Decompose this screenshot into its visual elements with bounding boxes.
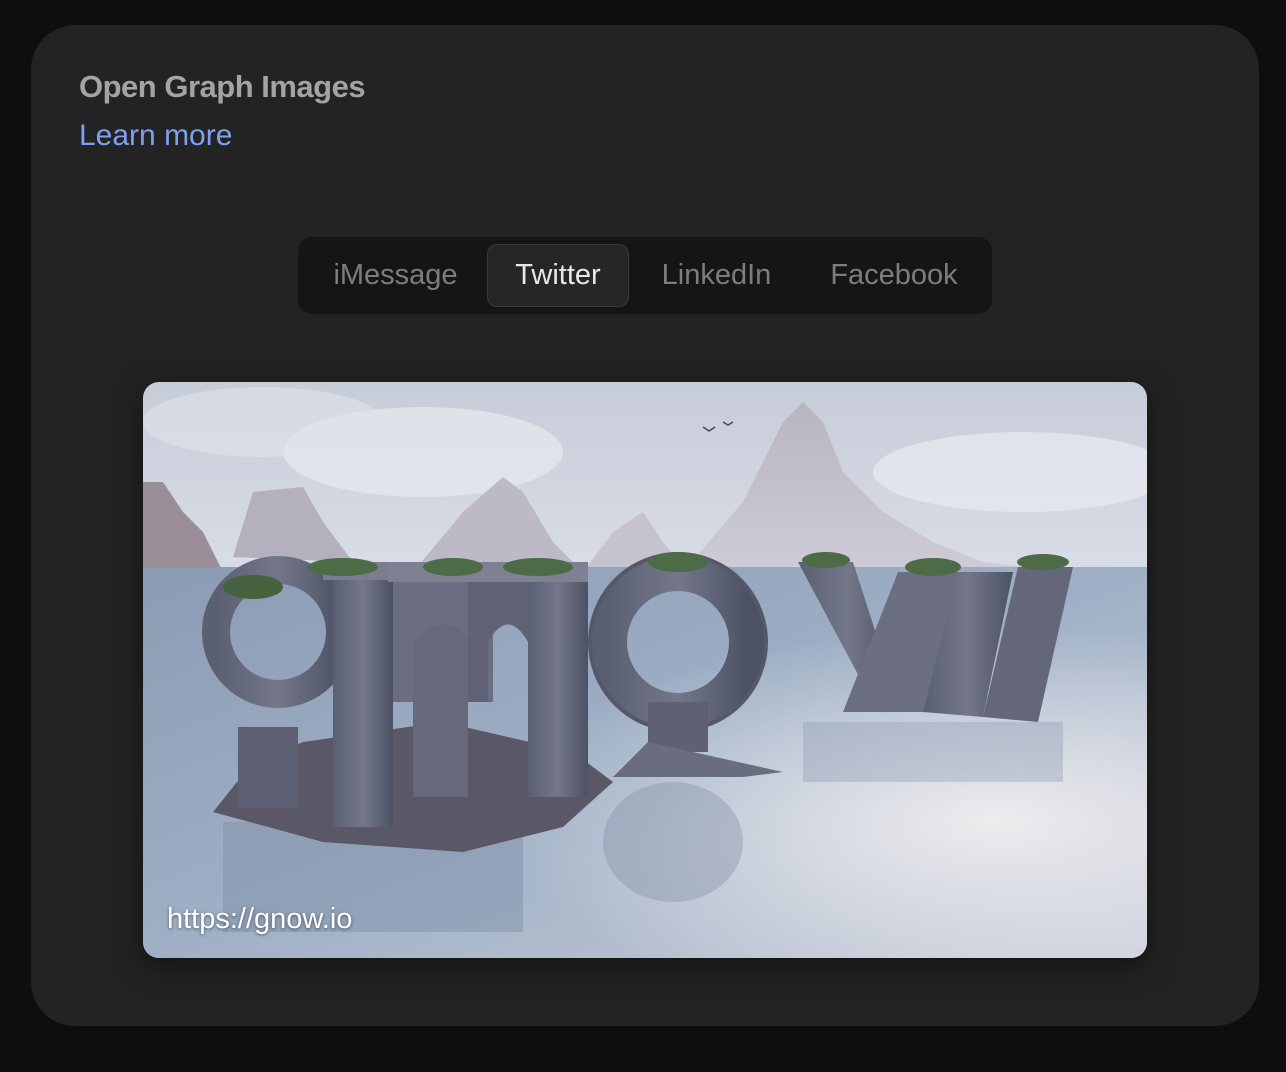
learn-more-link[interactable]: Learn more xyxy=(79,119,232,153)
og-image-preview: https://gnow.io xyxy=(143,382,1147,958)
og-image xyxy=(143,382,1147,958)
tab-imessage[interactable]: iMessage xyxy=(304,244,487,307)
platform-tabs: iMessage Twitter LinkedIn Facebook xyxy=(298,237,992,314)
tab-twitter[interactable]: Twitter xyxy=(487,244,629,307)
section-title: Open Graph Images xyxy=(79,69,366,104)
open-graph-card: Open Graph Images Learn more iMessage Tw… xyxy=(31,25,1259,1026)
tab-linkedin[interactable]: LinkedIn xyxy=(629,244,804,307)
preview-url: https://gnow.io xyxy=(167,903,353,935)
tab-facebook[interactable]: Facebook xyxy=(804,244,984,307)
